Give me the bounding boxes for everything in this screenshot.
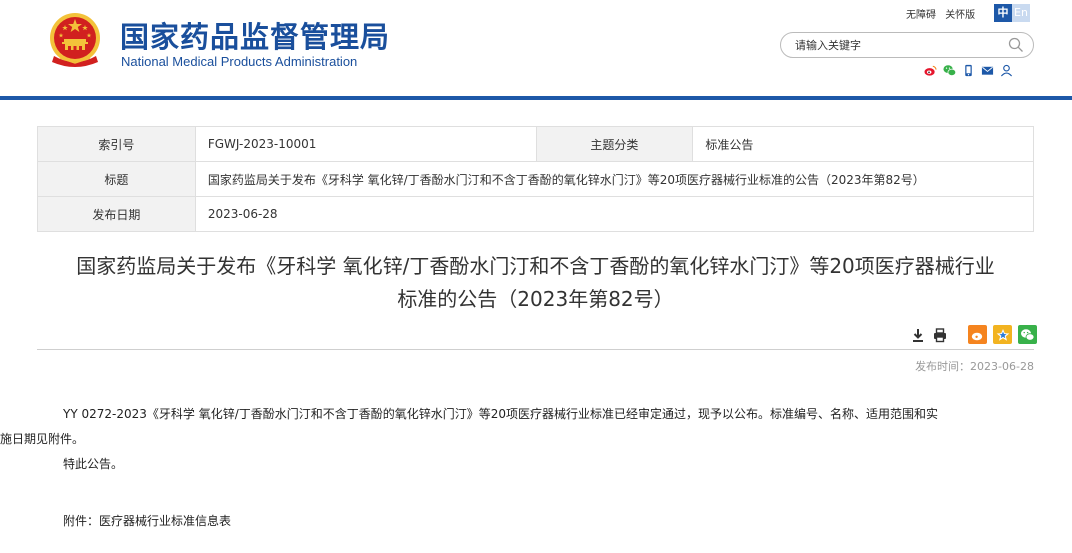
article-title-line1: 国家药监局关于发布《牙科学 氧化锌/丁香酚水门汀和不含丁香酚的氧化锌水门汀》等2… xyxy=(76,254,995,278)
meta-row-title: 标题 国家药监局关于发布《牙科学 氧化锌/丁香酚水门汀和不含丁香酚的氧化锌水门汀… xyxy=(37,161,1035,197)
lang-cn-button[interactable]: 中 xyxy=(994,4,1012,22)
document-meta-table: 索引号 FGWJ-2023-10001 主题分类 标准公告 标题 国家药监局关于… xyxy=(37,126,1035,232)
category-label: 主题分类 xyxy=(535,126,694,162)
search-input[interactable] xyxy=(795,37,995,53)
paragraph-2: 特此公告。 xyxy=(63,457,124,471)
user-icon[interactable] xyxy=(1000,64,1013,77)
article-tools xyxy=(910,325,1037,344)
title-value: 国家药监局关于发布《牙科学 氧化锌/丁香酚水门汀和不含丁香酚的氧化锌水门汀》等2… xyxy=(194,161,1035,197)
article-body: YY 0272-2023《牙科学 氧化锌/丁香酚水门汀和不含丁香酚的氧化锌水门汀… xyxy=(0,402,1040,477)
social-links xyxy=(924,64,1013,77)
print-icon[interactable] xyxy=(932,327,948,343)
qzone-share-icon[interactable] xyxy=(993,325,1012,344)
utility-links: 无障碍 关怀版 xyxy=(906,6,981,21)
date-value: 2023-06-28 xyxy=(194,196,1035,232)
lang-en-button[interactable]: En xyxy=(1012,4,1030,22)
language-toggle: 中 En xyxy=(994,4,1030,22)
weibo-share-icon[interactable] xyxy=(968,325,987,344)
search-box xyxy=(780,32,1034,58)
national-emblem-logo[interactable] xyxy=(48,12,102,70)
paragraph-1-line-1: YY 0272-2023《牙科学 氧化锌/丁香酚水门汀和不含丁香酚的氧化锌水门汀… xyxy=(63,407,939,421)
index-label: 索引号 xyxy=(37,126,196,162)
header-divider xyxy=(0,96,1072,100)
care-mode-link[interactable]: 关怀版 xyxy=(945,10,975,21)
article-title: 国家药监局关于发布《牙科学 氧化锌/丁香酚水门汀和不含丁香酚的氧化锌水门汀》等2… xyxy=(37,250,1034,316)
site-header: 国家药品监督管理局 National Medical Products Admi… xyxy=(0,0,1072,97)
search-icon[interactable] xyxy=(1008,37,1024,53)
wechat-share-icon[interactable] xyxy=(1018,325,1037,344)
paragraph-1-line-2: 施日期见附件。 xyxy=(0,432,85,446)
download-icon[interactable] xyxy=(910,327,926,343)
category-value: 标准公告 xyxy=(692,126,1034,162)
meta-row-date: 发布日期 2023-06-28 xyxy=(37,196,1035,232)
mobile-icon[interactable] xyxy=(962,64,975,77)
publish-time: 发布时间：2023-06-28 xyxy=(915,360,1034,373)
article-title-line2: 标准的公告（2023年第82号） xyxy=(397,287,674,311)
accessibility-link[interactable]: 无障碍 xyxy=(906,10,936,21)
date-label: 发布日期 xyxy=(37,196,196,232)
attachment-link[interactable]: 附件：医疗器械行业标准信息表 xyxy=(63,512,231,529)
site-title-cn[interactable]: 国家药品监督管理局 xyxy=(120,14,390,56)
site-title-en[interactable]: National Medical Products Administration xyxy=(121,54,357,69)
meta-row-index: 索引号 FGWJ-2023-10001 主题分类 标准公告 xyxy=(37,126,1034,162)
index-value: FGWJ-2023-10001 xyxy=(194,126,537,162)
article-divider xyxy=(37,349,1034,350)
wechat-icon[interactable] xyxy=(943,64,956,77)
title-label: 标题 xyxy=(37,161,196,197)
weibo-icon[interactable] xyxy=(924,64,937,77)
mail-icon[interactable] xyxy=(981,64,994,77)
